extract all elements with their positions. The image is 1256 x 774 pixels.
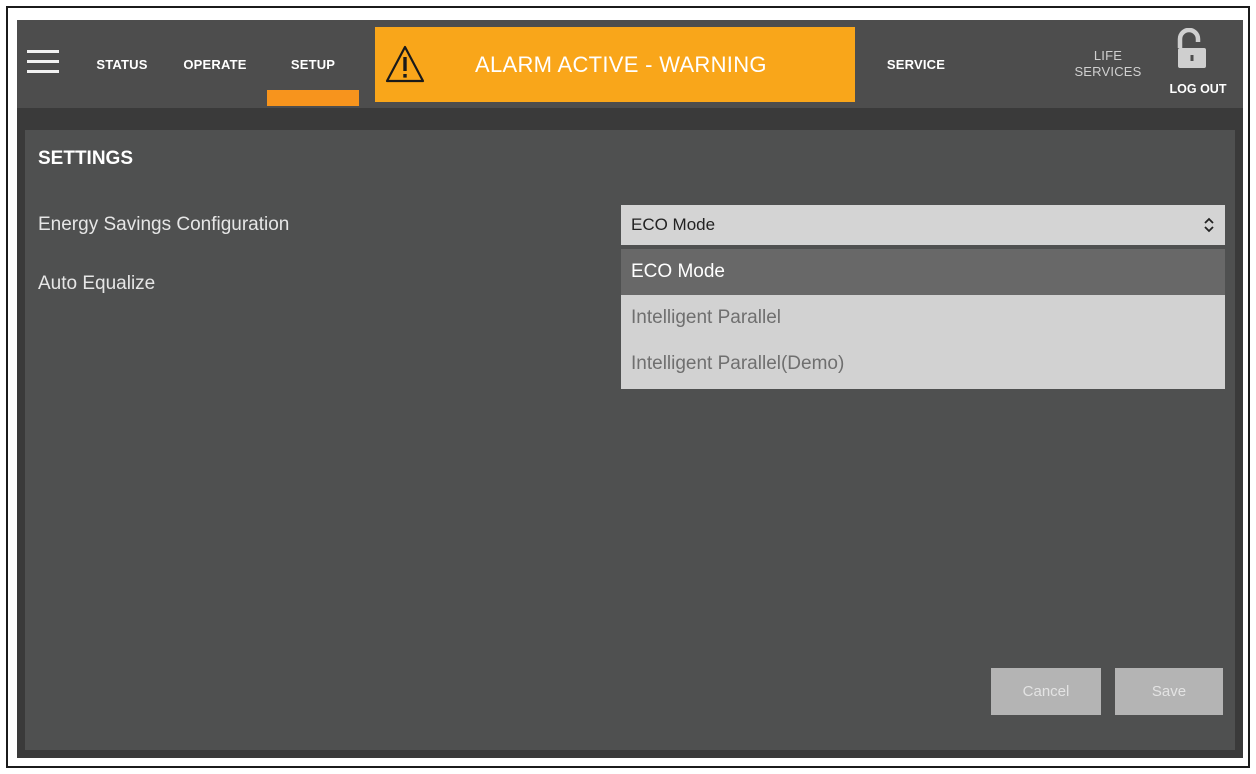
logout-label: LOG OUT [1169,82,1227,96]
dropdown-option-intelligent-parallel-demo[interactable]: Intelligent Parallel(Demo) [621,341,1225,387]
hamburger-icon[interactable] [27,50,59,74]
tab-status[interactable]: STATUS [87,20,157,108]
warning-triangle-icon [385,45,425,83]
page-title: SETTINGS [38,148,134,169]
tab-setup-label: SETUP [290,56,336,72]
tab-operate-label: OPERATE [183,56,247,72]
save-button[interactable]: Save [1115,668,1223,715]
app-window: STATUS OPERATE SETUP ALARM ACTIVE - WARN… [17,20,1243,758]
top-navigation-bar: STATUS OPERATE SETUP ALARM ACTIVE - WARN… [17,20,1243,108]
tab-life-services[interactable]: LIFE SERVICES [1063,20,1153,108]
tab-life-services-line1: LIFE [1093,48,1123,63]
settings-panel: SETTINGS Energy Savings Configuration Au… [25,130,1235,750]
logout-button[interactable]: LOG OUT [1159,20,1237,108]
alarm-text: ALARM ACTIVE - WARNING [475,51,767,77]
tab-setup[interactable]: SETUP [267,20,359,108]
active-tab-indicator [267,90,359,106]
tab-status-label: STATUS [96,56,148,72]
tab-life-services-line2: SERVICES [1074,64,1142,79]
auto-equalize-label: Auto Equalize [38,273,156,294]
energy-savings-label: Energy Savings Configuration [38,214,290,235]
energy-savings-select-value: ECO Mode [631,215,716,234]
tab-service-label: SERVICE [886,56,946,72]
dropdown-option-intelligent-parallel[interactable]: Intelligent Parallel [621,295,1225,341]
chevron-up-down-icon [1204,217,1214,233]
energy-savings-dropdown: ECO Mode Intelligent Parallel Intelligen… [621,249,1225,389]
tab-service[interactable]: SERVICE [879,20,953,108]
energy-savings-select[interactable]: ECO Mode [621,205,1225,245]
cancel-button[interactable]: Cancel [991,668,1101,715]
dropdown-option-eco-mode[interactable]: ECO Mode [621,249,1225,295]
alarm-banner[interactable]: ALARM ACTIVE - WARNING [375,27,855,102]
unlocked-padlock-icon [1177,28,1206,68]
tab-operate[interactable]: OPERATE [175,20,255,108]
